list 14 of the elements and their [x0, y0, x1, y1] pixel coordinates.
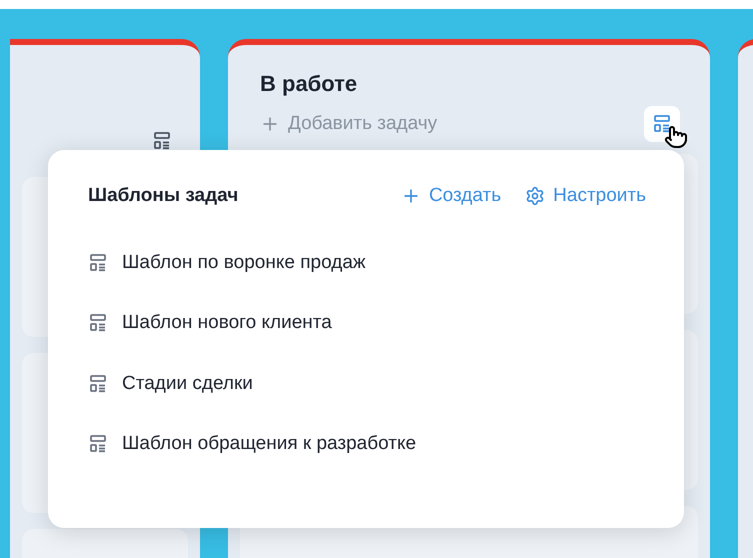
- settings-icon: [525, 186, 546, 206]
- popup-title: Шаблоны задач: [88, 184, 240, 208]
- template-item[interactable]: Шаблон по воронке продаж: [88, 248, 644, 277]
- template-item[interactable]: Стадии сделки: [88, 370, 644, 398]
- column-title: В работе: [260, 70, 358, 98]
- template-icon: [88, 313, 108, 334]
- template-item[interactable]: Шаблон обращения к разработке: [88, 430, 644, 458]
- template-item[interactable]: Шаблон нового клиента: [88, 309, 644, 338]
- template-icon: [88, 374, 108, 394]
- template-icon: [152, 131, 172, 151]
- hand-cursor-icon: [664, 124, 688, 150]
- template-icon: [88, 434, 108, 454]
- template-icon: [652, 114, 672, 134]
- template-icon: [88, 252, 108, 273]
